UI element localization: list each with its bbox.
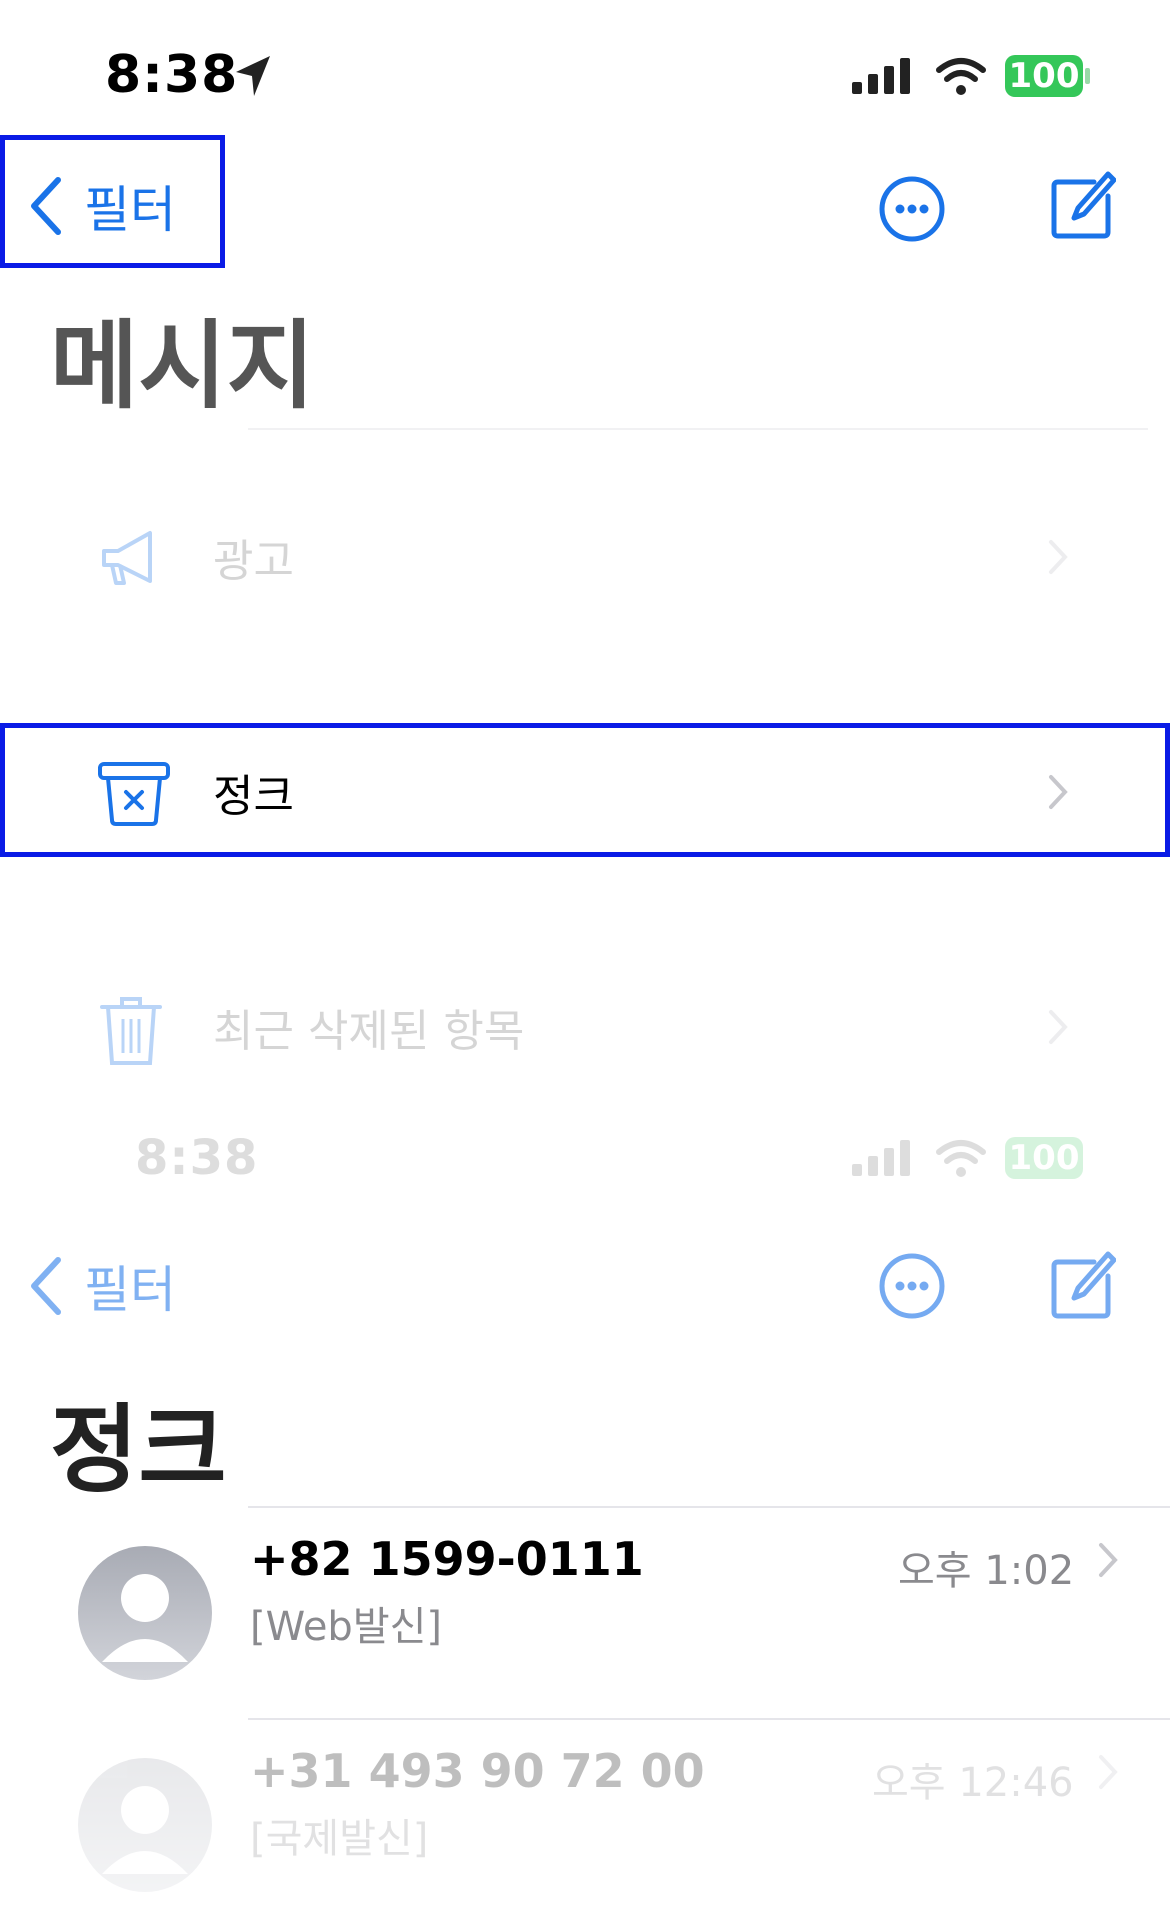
megaphone-icon [102, 531, 152, 585]
message-row[interactable]: +31 493 90 72 00 [국제발신] 오후 12:46 [0, 1722, 1170, 1921]
compose-icon[interactable] [1050, 1250, 1116, 1320]
message-sender: +82 1599-0111 [250, 1532, 644, 1586]
chevron-right-icon [1049, 1010, 1068, 1044]
contact-avatar [78, 1546, 212, 1680]
person-icon [102, 1574, 188, 1662]
message-row[interactable]: +82 1599-0111 [Web발신] 오후 1:02 [0, 1510, 1170, 1720]
back-button-label: 필터 [84, 1261, 176, 1319]
battery-indicator: 100 [1005, 55, 1083, 97]
chevron-right-icon [1049, 540, 1068, 574]
message-preview: [국제발신] [250, 1816, 429, 1862]
person-icon [102, 1786, 188, 1874]
battery-level: 100 [1008, 56, 1080, 96]
page-title: 메시지 [50, 310, 315, 422]
battery-level: 100 [1008, 1138, 1080, 1178]
message-time: 오후 12:46 [872, 1760, 1074, 1806]
title-divider [248, 428, 1148, 430]
trash-icon [100, 997, 162, 1065]
contact-avatar [78, 1758, 212, 1892]
chevron-right-icon [1099, 1543, 1118, 1577]
cellular-signal-icon [852, 1140, 910, 1176]
menu-item-label: 광고 [213, 536, 294, 587]
message-time: 오후 1:02 [898, 1548, 1075, 1594]
battery-cap [1085, 68, 1090, 84]
cellular-signal-icon [852, 58, 910, 94]
highlight-back-button [0, 135, 225, 268]
battery-indicator: 100 [1005, 1137, 1083, 1179]
back-button[interactable]: 필터 [28, 1250, 176, 1322]
menu-item-ads[interactable]: 광고 [48, 505, 1120, 609]
row-divider [248, 1718, 1170, 1720]
wifi-icon [936, 1140, 986, 1177]
message-sender: +31 493 90 72 00 [250, 1744, 705, 1798]
more-options-icon[interactable] [878, 175, 946, 243]
status-time: 8:38 [105, 45, 239, 105]
highlight-junk-item [0, 723, 1170, 857]
wifi-icon [936, 58, 986, 95]
compose-icon[interactable] [1050, 170, 1116, 240]
more-options-icon[interactable] [878, 1252, 946, 1320]
menu-item-recently-deleted[interactable]: 최근 삭제된 항목 [48, 975, 1120, 1079]
menu-item-label: 최근 삭제된 항목 [213, 1006, 525, 1057]
page-title: 정크 [50, 1394, 227, 1506]
chevron-left-icon [31, 1257, 61, 1315]
location-arrow-icon [236, 56, 270, 96]
chevron-right-icon [1099, 1755, 1118, 1789]
title-divider [248, 1506, 1170, 1508]
message-preview: [Web발신] [250, 1604, 443, 1650]
status-time: 8:38 [135, 1130, 259, 1186]
